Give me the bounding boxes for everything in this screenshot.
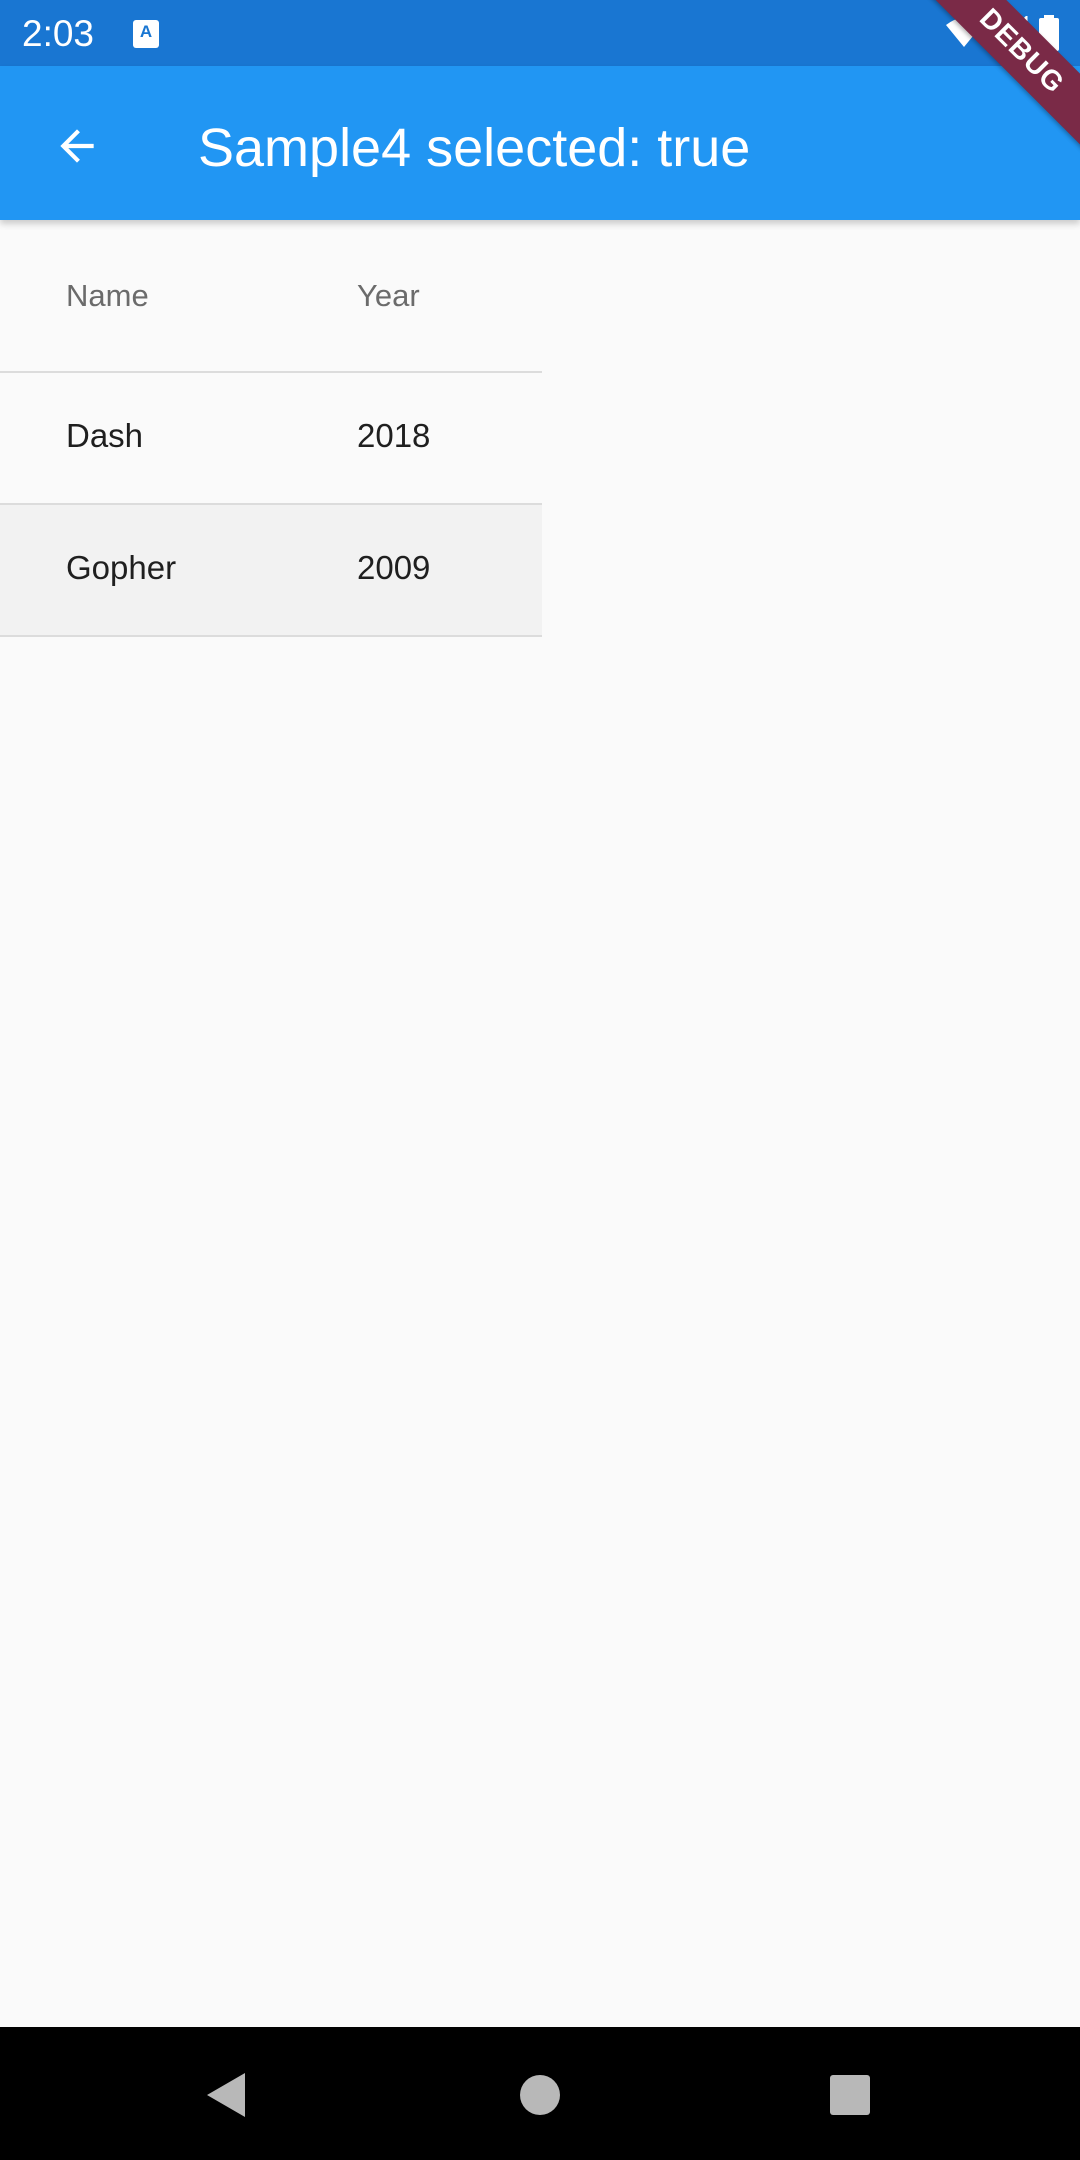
arrow-back-icon (60, 129, 94, 163)
recents-square-icon (830, 2075, 870, 2115)
nav-home-button[interactable] (510, 2065, 570, 2125)
debug-banner: DEBUG (920, 0, 1080, 160)
status-bar: 2:03 A (0, 0, 1080, 66)
debug-banner-container: DEBUG (920, 0, 1080, 160)
cell-name: Gopher (66, 549, 177, 586)
table-row[interactable]: Dash 2018 (0, 373, 542, 505)
nav-back-button[interactable] (195, 2065, 255, 2125)
app-bar: Sample4 selected: true (0, 66, 1080, 220)
data-table: Name Year Dash 2018 Gopher 2009 (0, 220, 542, 637)
page-title: Sample4 selected: true (198, 118, 751, 178)
nav-recents-button[interactable] (820, 2065, 880, 2125)
back-button[interactable] (37, 106, 117, 186)
cell-name: Dash (66, 417, 144, 454)
a-text-icon: A (133, 20, 159, 48)
cell-year: 2009 (357, 549, 431, 586)
column-header-year[interactable]: Year (357, 278, 420, 314)
table-header-row: Name Year (0, 220, 542, 373)
column-header-name[interactable]: Name (66, 278, 149, 314)
cell-year: 2018 (357, 417, 431, 454)
home-circle-icon (520, 2075, 560, 2115)
table-row-selected[interactable]: Gopher 2009 (0, 505, 542, 637)
back-triangle-icon (207, 2073, 245, 2117)
status-time: 2:03 (22, 13, 95, 54)
system-nav-bar (0, 2027, 1080, 2160)
